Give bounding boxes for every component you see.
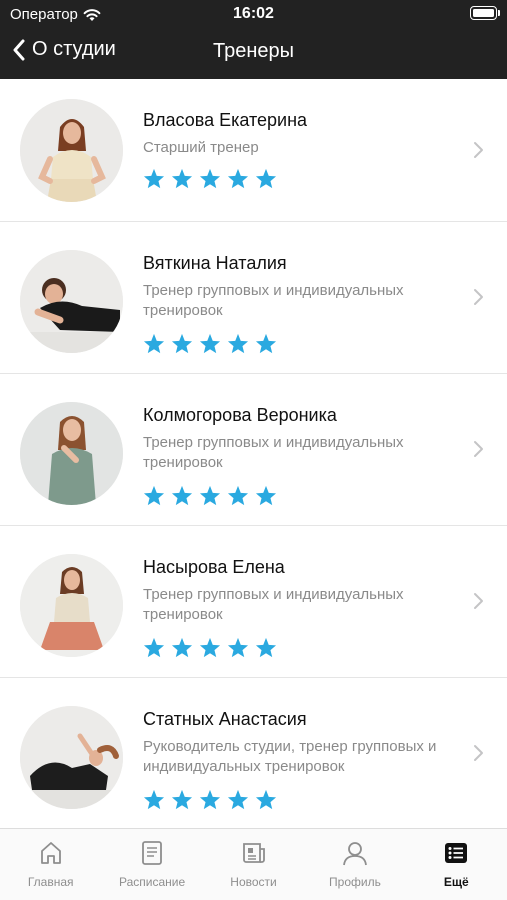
- star-icon: [171, 637, 193, 658]
- trainer-avatar: [20, 250, 123, 353]
- battery-icon: [470, 6, 500, 20]
- star-icon: [143, 485, 165, 506]
- tab-label: Главная: [27, 875, 74, 889]
- rating-stars: [143, 333, 463, 354]
- chevron-right-icon: [474, 593, 483, 609]
- trainer-row[interactable]: Колмогорова Вероника Тренер групповых и …: [0, 374, 507, 526]
- trainer-avatar: [20, 706, 123, 809]
- home-icon: [40, 842, 61, 864]
- tab-profile[interactable]: Профиль: [304, 829, 405, 900]
- tab-more[interactable]: Ещё: [406, 829, 507, 900]
- chevron-right-icon: [474, 441, 483, 457]
- star-icon: [143, 789, 165, 810]
- trainer-name: Насырова Елена: [143, 557, 285, 577]
- chevron-right-icon: [474, 289, 483, 305]
- trainer-role: Руководитель студии, тренер групповых и …: [143, 738, 437, 775]
- star-icon: [199, 789, 221, 810]
- navigation-bar: О студии Тренеры: [0, 28, 507, 79]
- trainer-role: Старший тренер: [143, 139, 259, 156]
- tab-label: Ещё: [443, 875, 469, 889]
- chevron-right-icon: [474, 142, 483, 158]
- trainer-name: Статных Анастасия: [143, 709, 307, 729]
- star-icon: [227, 333, 249, 354]
- trainer-role: Тренер групповых и индивидуальных тренир…: [143, 586, 404, 623]
- trainer-name: Власова Екатерина: [143, 110, 308, 130]
- star-icon: [199, 485, 221, 506]
- star-icon: [227, 485, 249, 506]
- trainer-row[interactable]: Статных Анастасия Руководитель студии, т…: [0, 678, 507, 828]
- star-icon: [199, 637, 221, 658]
- star-icon: [255, 637, 277, 658]
- star-icon: [199, 168, 221, 189]
- more-list-icon: [445, 843, 468, 863]
- star-icon: [143, 168, 165, 189]
- rating-stars: [143, 637, 463, 658]
- trainer-name: Колмогорова Вероника: [143, 405, 337, 425]
- tab-home[interactable]: Главная: [0, 829, 101, 900]
- star-icon: [227, 168, 249, 189]
- trainer-avatar: [20, 99, 123, 202]
- clock: 16:02: [233, 5, 274, 22]
- news-icon: [242, 843, 265, 863]
- trainer-row[interactable]: Вяткина Наталия Тренер групповых и индив…: [0, 222, 507, 374]
- tab-schedule[interactable]: Расписание: [101, 829, 202, 900]
- chevron-right-icon: [474, 745, 483, 761]
- tab-label: Новости: [230, 875, 277, 889]
- trainer-role: Тренер групповых и индивидуальных тренир…: [143, 282, 404, 319]
- trainer-row[interactable]: Власова Екатерина Старший тренер: [0, 79, 507, 222]
- page-title: Тренеры: [212, 40, 294, 62]
- trainer-avatar: [20, 554, 123, 657]
- tab-news[interactable]: Новости: [203, 829, 304, 900]
- profile-icon: [343, 842, 367, 866]
- star-icon: [171, 168, 193, 189]
- star-icon: [255, 485, 277, 506]
- star-icon: [143, 637, 165, 658]
- tab-bar: Главная Расписание Новости Профиль Ещё: [0, 828, 507, 900]
- trainer-role: Тренер групповых и индивидуальных тренир…: [143, 434, 404, 471]
- trainers-list: Власова Екатерина Старший тренер Вяткина…: [0, 79, 507, 828]
- top-bar: Оператор 16:02 О студии Тренеры: [0, 0, 507, 79]
- star-icon: [171, 789, 193, 810]
- trainer-name: Вяткина Наталия: [143, 253, 287, 273]
- star-icon: [255, 168, 277, 189]
- trainer-avatar: [20, 402, 123, 505]
- star-icon: [171, 333, 193, 354]
- tab-label: Расписание: [119, 875, 186, 889]
- trainer-row[interactable]: Насырова Елена Тренер групповых и индиви…: [0, 526, 507, 678]
- star-icon: [255, 333, 277, 354]
- star-icon: [199, 333, 221, 354]
- rating-stars: [143, 168, 463, 189]
- status-bar: Оператор 16:02: [0, 0, 507, 28]
- tab-label: Профиль: [329, 875, 381, 889]
- star-icon: [227, 789, 249, 810]
- star-icon: [171, 485, 193, 506]
- rating-stars: [143, 485, 463, 506]
- star-icon: [255, 789, 277, 810]
- star-icon: [227, 637, 249, 658]
- schedule-icon: [142, 841, 163, 865]
- star-icon: [143, 333, 165, 354]
- rating-stars: [143, 789, 463, 810]
